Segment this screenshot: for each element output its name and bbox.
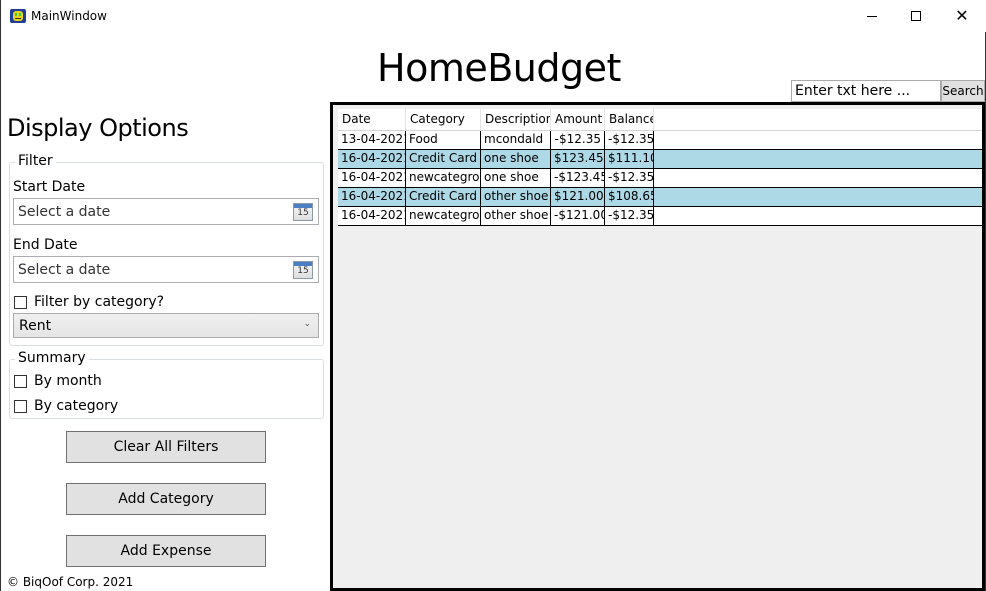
cell-description: other shoe (481, 207, 551, 225)
close-icon: ✕ (955, 6, 969, 25)
column-header-balance[interactable]: Balance (605, 109, 654, 130)
filter-by-category-label: Filter by category? (34, 294, 165, 310)
end-date-placeholder: Select a date (18, 262, 111, 278)
expenses-grid[interactable]: Date Category Description Amount Balance… (330, 102, 985, 591)
cell-category: newcategroy (406, 207, 481, 225)
grid-header: Date Category Description Amount Balance (338, 109, 982, 131)
column-header-date[interactable]: Date (338, 109, 406, 130)
summary-legend: Summary (15, 350, 89, 366)
cell-category: Credit Card (406, 188, 481, 206)
table-row[interactable]: 16-04-2021 newcategroy one shoe -$123.45… (338, 169, 982, 188)
cell-date: 16-04-2021 (338, 188, 406, 206)
search-button[interactable]: Search (941, 80, 985, 102)
maximize-icon (911, 11, 921, 21)
calendar-icon[interactable]: 15 (293, 203, 313, 221)
window-title: MainWindow (31, 9, 107, 23)
cell-description: one shoe (481, 169, 551, 187)
cell-date: 16-04-2021 (338, 169, 406, 187)
calendar-icon[interactable]: 15 (293, 261, 313, 279)
cell-description: one shoe (481, 150, 551, 168)
cell-description: mcondald (481, 131, 551, 149)
by-month-row[interactable]: By month (14, 373, 102, 389)
cell-amount: -$12.35 (551, 131, 605, 149)
main-window: MainWindow ✕ HomeBudget Search Display O… (0, 0, 986, 591)
by-category-row[interactable]: By category (14, 398, 118, 414)
table-row[interactable]: 13-04-2021 Food mcondald -$12.35 -$12.35 (338, 131, 982, 150)
end-date-picker[interactable]: Select a date 15 (13, 256, 319, 283)
cell-balance: -$12.35 (605, 169, 654, 187)
clear-all-filters-button[interactable]: Clear All Filters (66, 431, 266, 463)
cell-category: Credit Card (406, 150, 481, 168)
header-filler (654, 109, 982, 130)
table-row[interactable]: 16-04-2021 Credit Card other shoe $121.0… (338, 188, 982, 207)
cell-category: Food (406, 131, 481, 149)
cell-amount: -$121.00 (551, 207, 605, 225)
by-category-label: By category (34, 398, 119, 414)
filter-legend: Filter (15, 153, 56, 169)
cell-balance: $108.65 (605, 188, 654, 206)
filter-by-category-row[interactable]: Filter by category? (14, 294, 164, 310)
cell-date: 13-04-2021 (338, 131, 406, 149)
table-row[interactable]: 16-04-2021 Credit Card one shoe $123.45 … (338, 150, 982, 169)
copyright-footer: © BiqOof Corp. 2021 (7, 575, 134, 589)
close-button[interactable]: ✕ (939, 0, 985, 32)
add-expense-button[interactable]: Add Expense (66, 535, 266, 567)
start-date-placeholder: Select a date (18, 204, 111, 220)
cell-amount: $121.00 (551, 188, 605, 206)
category-select-value: Rent (19, 318, 52, 334)
cell-date: 16-04-2021 (338, 150, 406, 168)
cell-balance: $111.10 (605, 150, 654, 168)
title-bar: MainWindow ✕ (1, 0, 986, 32)
app-icon (10, 9, 26, 23)
minimize-icon (867, 15, 877, 17)
category-select[interactable]: Rent ⌄ (13, 313, 319, 338)
cell-description: other shoe (481, 188, 551, 206)
cell-date: 16-04-2021 (338, 207, 406, 225)
cell-amount: -$123.45 (551, 169, 605, 187)
by-month-checkbox[interactable] (14, 374, 27, 388)
cell-balance: -$12.35 (605, 207, 654, 225)
start-date-picker[interactable]: Select a date 15 (13, 198, 319, 225)
app-title: HomeBudget (377, 46, 621, 90)
start-date-label: Start Date (13, 179, 86, 195)
end-date-label: End Date (13, 237, 78, 253)
column-header-description[interactable]: Description (481, 109, 551, 130)
chevron-down-icon: ⌄ (303, 319, 311, 329)
by-category-checkbox[interactable] (14, 399, 27, 413)
table-row[interactable]: 16-04-2021 newcategroy other shoe -$121.… (338, 207, 982, 226)
column-header-category[interactable]: Category (406, 109, 481, 130)
cell-balance: -$12.35 (605, 131, 654, 149)
cell-amount: $123.45 (551, 150, 605, 168)
add-category-button[interactable]: Add Category (66, 483, 266, 515)
minimize-button[interactable] (849, 0, 895, 32)
by-month-label: By month (34, 373, 102, 389)
filter-by-category-checkbox[interactable] (14, 295, 27, 309)
column-header-amount[interactable]: Amount (551, 109, 605, 130)
cell-category: newcategroy (406, 169, 481, 187)
maximize-button[interactable] (893, 0, 939, 32)
search-input[interactable] (791, 80, 941, 102)
display-options-heading: Display Options (7, 114, 189, 142)
